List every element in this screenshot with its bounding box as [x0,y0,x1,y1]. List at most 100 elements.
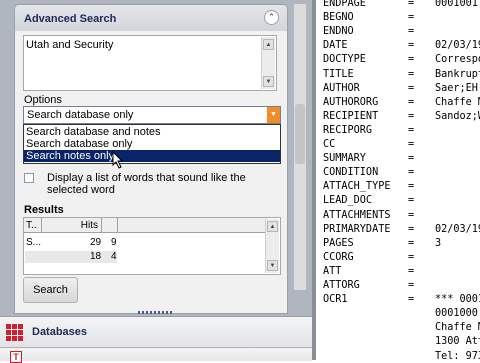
column-header-extra[interactable] [102,218,118,233]
field-name: ATT [323,265,342,277]
nav-next-item[interactable]: T [0,347,312,363]
soundex-checkbox[interactable] [24,173,34,183]
scrollbar-thumb[interactable] [295,104,305,164]
search-query-input[interactable]: Utah and Security ▲ ▼ [23,35,277,91]
field-name: CC [323,139,336,150]
search-pane-title: Advanced Search [24,13,117,25]
search-pane-header[interactable]: Advanced Search ⌃ [15,5,287,31]
options-label: Options [24,94,62,106]
field-name: AUTHOR [323,82,360,94]
field-equals: = [408,110,415,122]
field-equals: = [408,209,415,221]
option-notes-only[interactable]: Search notes only [24,150,280,162]
resize-grip[interactable] [138,311,174,314]
dropdown-arrow-icon[interactable]: ▼ [267,107,280,123]
search-query-text: Utah and Security [26,39,114,51]
ocr-text: Tel: 973 [435,350,480,361]
scroll-up-icon[interactable]: ▲ [263,39,274,50]
field-equals: = [408,223,415,235]
field-equals: = [408,237,415,249]
pane-scrollbar[interactable] [294,4,306,290]
field-equals: = [408,40,415,52]
field-equals: = [408,167,415,179]
field-equals: = [408,265,415,277]
ocr-text: 1300 Att [435,336,480,348]
field-name: DOCTYPE [323,54,366,66]
field-name: SUMMARY [323,153,366,165]
option-database-only[interactable]: Search database only [24,138,280,150]
field-equals: = [408,153,415,165]
field-equals: = [408,12,415,24]
result-hits[interactable]: 18 [90,251,101,262]
field-equals: = [408,195,415,207]
field-name: AUTHORORG [323,96,379,108]
field-value: Saer;EH [435,82,478,94]
field-equals: = [408,251,415,263]
field-name: BEGNO [323,12,354,24]
field-name: DATE [323,40,348,52]
result-term[interactable]: S... [26,237,41,248]
search-button[interactable]: Search [23,277,78,303]
field-name: PRIMARYDATE [323,223,391,235]
field-equals: = [408,139,415,150]
select-value: Search database only [27,109,134,121]
ocr-text: 0001000 [435,308,478,320]
field-value: Bankrupt [435,68,480,80]
result-extra[interactable]: 4 [111,251,117,262]
tag-icon: T [10,351,22,363]
field-equals: = [408,181,415,193]
field-equals: = [408,96,415,108]
results-label: Results [24,204,64,216]
soundex-label: Display a list of words that sound like … [47,172,246,196]
ocr-text: Chaffe M [435,322,480,334]
field-equals: = [408,0,415,9]
option-database-and-notes[interactable]: Search database and notes [24,126,280,138]
field-name: RECIPORG [323,124,373,136]
scroll-down-icon[interactable]: ▼ [263,76,274,87]
mouse-cursor-icon [112,151,124,169]
field-name: ENDPAGE [323,0,366,9]
field-name: ENDNO [323,26,354,38]
left-panel: Advanced Search ⌃ Utah and Security ▲ ▼ … [0,0,312,363]
field-value: Sandoz;W [435,110,480,122]
scroll-up-icon[interactable]: ▲ [267,221,278,232]
field-equals: = [408,82,415,94]
result-hits[interactable]: 29 [90,237,101,248]
field-name: LEAD_DOC [323,195,373,207]
field-value: Chaffe M [435,96,480,108]
field-equals: = [408,280,415,291]
field-name: ATTACH_TYPE [323,181,391,193]
nav-databases-label: Databases [32,326,88,338]
result-extra[interactable]: 9 [111,237,117,248]
results-scrollbar[interactable]: ▲ ▼ [265,219,279,273]
field-name: TITLE [323,68,354,80]
field-name: ATTORG [323,280,360,291]
field-value: 3 [435,237,442,249]
column-header-hits[interactable]: Hits [42,218,102,233]
field-name: CCORG [323,251,354,263]
database-grid-icon [6,323,24,341]
field-equals: = [408,68,415,80]
field-name: CONDITION [323,167,379,179]
field-equals: = [408,124,415,136]
field-equals: = [408,294,415,306]
field-name: PAGES [323,237,354,249]
query-scrollbar[interactable]: ▲ ▼ [261,37,275,89]
scroll-down-icon[interactable]: ▼ [267,260,278,271]
search-scope-select[interactable]: Search database only ▼ [23,106,281,124]
nav-databases[interactable]: Databases [0,316,312,347]
field-name: OCR1 [323,294,348,306]
field-value: 02/03/19 [435,40,480,52]
field-value: *** 0001 [435,294,480,306]
field-equals: = [408,26,415,38]
field-value: 02/03/19 [435,223,480,235]
double-chevron-up-icon[interactable]: ⌃ [264,10,279,25]
results-table: T.. Hits S... 29 9 18 4 ▲ ▼ [23,217,281,275]
field-name: RECIPIENT [323,110,379,122]
field-equals: = [408,54,415,66]
column-header-blank [118,218,268,233]
advanced-search-pane: Advanced Search ⌃ Utah and Security ▲ ▼ … [14,4,288,314]
field-value: Correspo [435,54,480,66]
column-header-term[interactable]: T.. [24,218,42,233]
table-row-highlight [25,251,117,263]
